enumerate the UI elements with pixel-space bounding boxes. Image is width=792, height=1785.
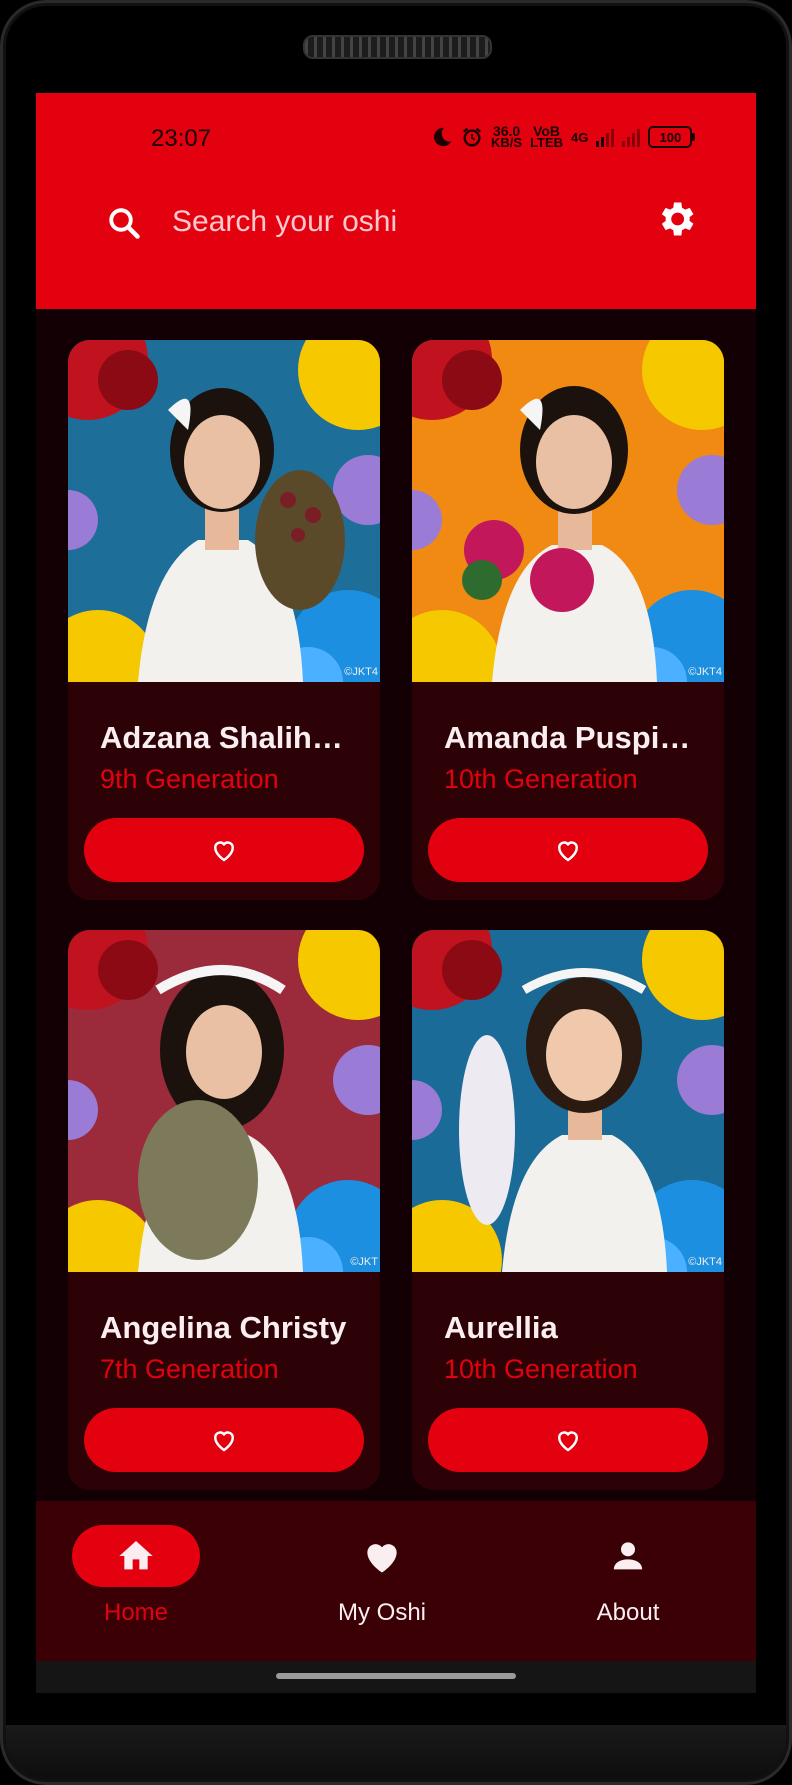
nav-about-label: About (596, 1599, 660, 1626)
member-name: Amanda Puspi… (444, 720, 691, 755)
alarm-icon (463, 127, 481, 147)
home-icon (119, 1541, 153, 1570)
member-card[interactable]: ©JKT Angelina Christy 7th Generation (68, 930, 380, 1490)
member-name: Aurellia (444, 1310, 558, 1345)
top-app-bar: 23:07 36.0 KB/S VoB LTEB 4G 100 (36, 93, 756, 309)
member-generation: 7th Generation (100, 1354, 279, 1384)
favorite-button[interactable] (84, 1408, 364, 1472)
nav-about[interactable]: About (538, 1501, 718, 1661)
member-card[interactable]: ©JKT4 Amanda Puspi… 10th Generation (412, 340, 724, 900)
member-generation: 10th Generation (444, 1354, 638, 1384)
photo-credit: ©JKT4 (688, 666, 722, 678)
photo-credit: ©JKT (350, 1256, 378, 1268)
heart-outline-icon (557, 1431, 579, 1452)
nav-my-oshi-indicator[interactable] (318, 1525, 446, 1587)
status-time: 23:07 (151, 125, 212, 152)
search-input[interactable] (172, 201, 532, 243)
network-type: 4G (571, 129, 589, 145)
member-name: Angelina Christy (100, 1310, 347, 1345)
volte-indicator: VoB LTEB (530, 124, 564, 150)
gear-icon[interactable] (654, 197, 698, 241)
member-card[interactable]: ©JKT4 Aurellia 10th Generation (412, 930, 724, 1490)
member-photo: ©JKT4 (412, 930, 724, 1272)
photo-credit: ©JKT4 (344, 666, 378, 678)
photo-credit: ©JKT4 (688, 1256, 722, 1268)
heart-outline-icon (213, 1431, 235, 1452)
phone-frame: 23:07 36.0 KB/S VoB LTEB 4G 100 Search y… (0, 0, 792, 1785)
network-type-label: 4G (571, 129, 589, 145)
gesture-handle[interactable] (276, 1673, 516, 1679)
member-photo-image (412, 930, 724, 1272)
member-photo: ©JKT4 (412, 340, 724, 682)
signal-strength-2-icon (622, 127, 641, 147)
nav-my-oshi-label: My Oshi (337, 1599, 426, 1626)
signal-strength-icon (596, 127, 615, 147)
member-photo-image (412, 340, 724, 682)
favorite-button[interactable] (428, 1408, 708, 1472)
member-photo-image (68, 930, 380, 1272)
member-photo: ©JKT (68, 930, 380, 1272)
network-speed: 36.0 KB/S (491, 124, 523, 150)
member-photo: ©JKT4 (68, 340, 380, 682)
earpiece-speaker (303, 35, 492, 59)
favorite-button[interactable] (428, 818, 708, 882)
member-card[interactable]: ©JKT4 Adzana Shalih… 9th Generation (68, 340, 380, 900)
bottom-navigation: Home My Oshi About (36, 1501, 756, 1661)
nav-home[interactable]: Home (46, 1501, 226, 1661)
member-name: Adzana Shalih… (100, 720, 343, 755)
person-icon (613, 1542, 643, 1570)
moon-icon (434, 127, 452, 147)
battery-icon: 100 (648, 126, 696, 148)
nav-about-indicator[interactable] (564, 1525, 692, 1587)
nav-home-label: Home (103, 1599, 169, 1626)
member-generation: 9th Generation (100, 764, 279, 794)
app-screen: 23:07 36.0 KB/S VoB LTEB 4G 100 Search y… (36, 93, 756, 1693)
phone-chin (0, 1725, 792, 1785)
search-icon[interactable] (106, 205, 142, 241)
network-speed-unit: KB/S (491, 135, 523, 150)
nav-my-oshi[interactable]: My Oshi (292, 1501, 472, 1661)
heart-icon (367, 1544, 397, 1573)
nav-home-indicator[interactable] (72, 1525, 200, 1587)
member-photo-image (68, 340, 380, 682)
member-generation: 10th Generation (444, 764, 638, 794)
battery-level: 100 (659, 129, 682, 145)
gesture-area (36, 1661, 756, 1693)
heart-outline-icon (557, 841, 579, 862)
favorite-button[interactable] (84, 818, 364, 882)
heart-outline-icon (213, 841, 235, 862)
volte-bottom-label: LTEB (530, 135, 564, 150)
status-icons: 36.0 KB/S VoB LTEB 4G 100 (431, 123, 696, 151)
